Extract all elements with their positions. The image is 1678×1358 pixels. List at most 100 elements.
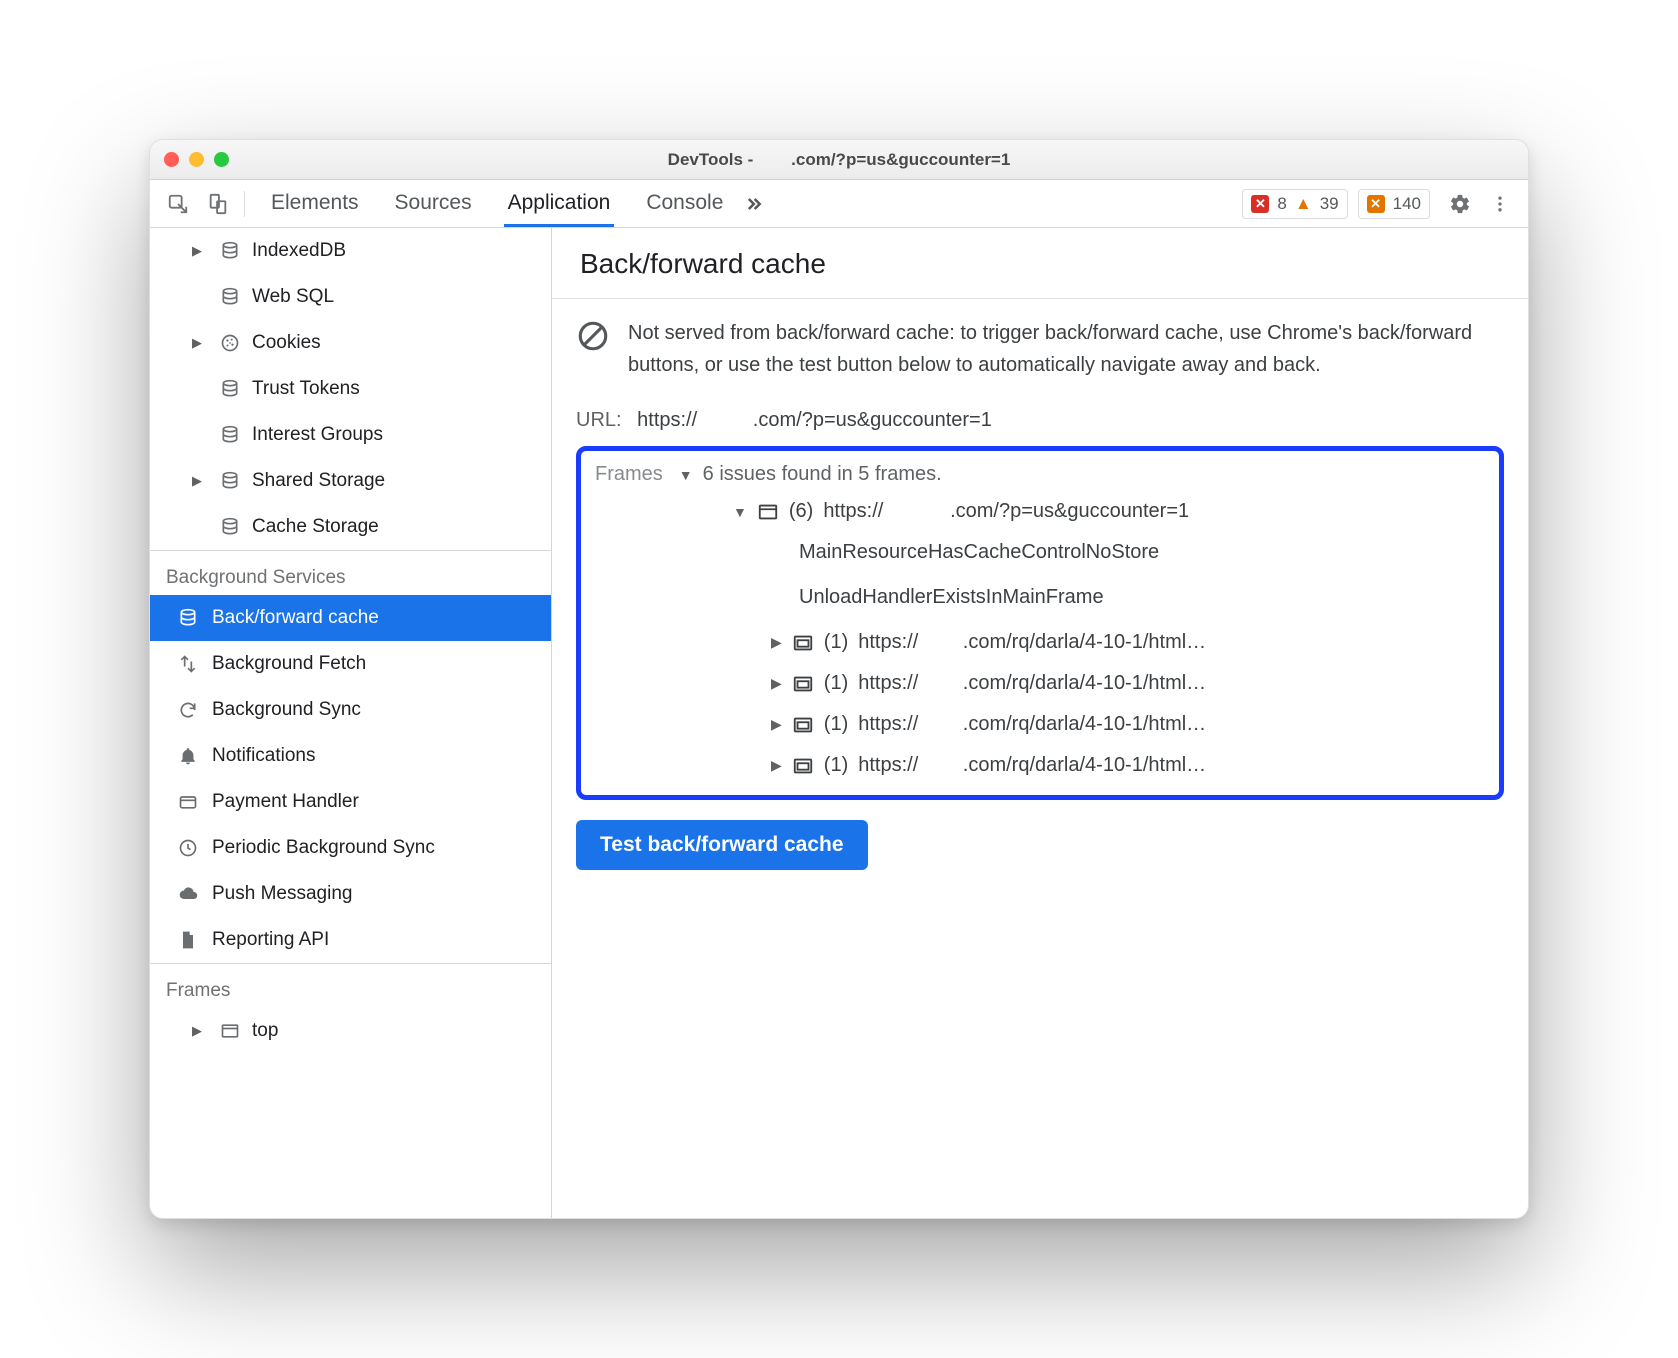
bfcache-reason: UnloadHandlerExistsInMainFrame <box>595 586 1485 609</box>
sidebar-label: Background Sync <box>212 699 361 721</box>
database-icon <box>218 517 242 537</box>
database-icon <box>218 425 242 445</box>
more-tabs-icon[interactable] <box>743 194 763 214</box>
frame-url: https://____.com/rq/darla/4-10-1/html… <box>858 713 1206 736</box>
sync-icon <box>176 700 200 720</box>
sidebar-item-websql[interactable]: Web SQL <box>150 274 551 320</box>
errors-count: 8 <box>1277 194 1286 214</box>
sidebar-item-shared-storage[interactable]: ▶ Shared Storage <box>150 458 551 504</box>
file-icon <box>176 930 200 950</box>
panel-body: ▶ IndexedDB Web SQL ▶ Cookies Trust Toke… <box>150 228 1528 1218</box>
cloud-icon <box>176 884 200 904</box>
sidebar-item-frame-top[interactable]: ▶ top <box>150 1008 551 1054</box>
errors-warnings-badge[interactable]: ✕ 8 ▲ 39 <box>1242 189 1347 219</box>
chevron-right-icon: ▶ <box>771 716 782 733</box>
sidebar-item-notifications[interactable]: Notifications <box>150 733 551 779</box>
card-icon <box>176 792 200 812</box>
traffic-lights <box>164 152 229 167</box>
tab-application[interactable]: Application <box>504 181 615 227</box>
warnings-count: 39 <box>1320 194 1339 214</box>
database-icon <box>218 241 242 261</box>
notice-text: Not served from back/forward cache: to t… <box>628 317 1504 381</box>
window-title-prefix: DevTools - <box>668 150 754 169</box>
tab-sources[interactable]: Sources <box>391 181 476 227</box>
sub-frame-row[interactable]: ▶ (1) https://____.com/rq/darla/4-10-1/h… <box>595 631 1485 654</box>
inspect-element-icon[interactable] <box>160 187 196 221</box>
sidebar-label: Reporting API <box>212 929 329 951</box>
gear-icon[interactable] <box>1442 187 1478 221</box>
sidebar-item-background-fetch[interactable]: Background Fetch <box>150 641 551 687</box>
kebab-menu-icon[interactable] <box>1482 187 1518 221</box>
sidebar-label: Back/forward cache <box>212 607 379 629</box>
frame-count: (1) <box>824 672 848 695</box>
url-row: URL: https://_____.com/?p=us&guccounter=… <box>576 409 1504 432</box>
frame-url: https://______.com/?p=us&guccounter=1 <box>823 500 1189 523</box>
devtools-toolbar: Elements Sources Application Console ✕ 8… <box>150 180 1528 228</box>
sidebar-item-push-messaging[interactable]: Push Messaging <box>150 871 551 917</box>
sidebar-label: Payment Handler <box>212 791 359 813</box>
tab-elements[interactable]: Elements <box>267 181 363 227</box>
bfcache-reason: MainResourceHasCacheControlNoStore <box>595 541 1485 564</box>
main-panel: Back/forward cache Not served from back/… <box>552 228 1528 1218</box>
frame-url: https://____.com/rq/darla/4-10-1/html… <box>858 754 1206 777</box>
window-icon <box>218 1021 242 1041</box>
url-suffix: .com/?p=us&guccounter=1 <box>753 409 992 431</box>
frame-url: https://____.com/rq/darla/4-10-1/html… <box>858 631 1206 654</box>
sub-frame-row[interactable]: ▶ (1) https://____.com/rq/darla/4-10-1/h… <box>595 672 1485 695</box>
panel-tabs: Elements Sources Application Console <box>267 181 727 226</box>
issues-count: 140 <box>1393 194 1421 214</box>
sidebar-label: Cookies <box>252 332 321 354</box>
sidebar-item-trust-tokens[interactable]: Trust Tokens <box>150 366 551 412</box>
frame-count: (1) <box>824 713 848 736</box>
sidebar-item-reporting-api[interactable]: Reporting API <box>150 917 551 963</box>
panel-heading: Back/forward cache <box>552 228 1528 299</box>
sidebar-item-interest-groups[interactable]: Interest Groups <box>150 412 551 458</box>
chevron-right-icon: ▶ <box>771 675 782 692</box>
expand-arrow-icon: ▶ <box>192 473 208 489</box>
frames-label: Frames <box>595 463 663 486</box>
iframe-icon <box>792 755 814 777</box>
database-icon <box>218 379 242 399</box>
titlebar: DevTools - ___ .com/?p=us&guccounter=1 <box>150 140 1528 180</box>
expand-arrow-icon: ▶ <box>192 1023 208 1039</box>
notice-row: Not served from back/forward cache: to t… <box>576 317 1504 381</box>
expand-arrow-icon: ▶ <box>192 335 208 351</box>
test-bfcache-button[interactable]: Test back/forward cache <box>576 820 868 870</box>
chevron-right-icon: ▶ <box>771 757 782 774</box>
bell-icon <box>176 746 200 766</box>
window-title-suffix: .com/?p=us&guccounter=1 <box>791 150 1010 169</box>
sidebar-item-cache-storage[interactable]: Cache Storage <box>150 504 551 550</box>
database-icon <box>218 287 242 307</box>
application-sidebar: ▶ IndexedDB Web SQL ▶ Cookies Trust Toke… <box>150 228 552 1218</box>
root-frame-row[interactable]: ▼ (6) https://______.com/?p=us&guccounte… <box>595 500 1485 523</box>
sidebar-label: Background Fetch <box>212 653 366 675</box>
expand-arrow-icon: ▶ <box>192 243 208 259</box>
device-toolbar-icon[interactable] <box>200 187 236 221</box>
frames-summary-row[interactable]: Frames ▼ 6 issues found in 5 frames. <box>595 463 1485 486</box>
frame-count: (1) <box>824 754 848 777</box>
zoom-window-button[interactable] <box>214 152 229 167</box>
issues-icon: ✕ <box>1367 195 1385 213</box>
close-window-button[interactable] <box>164 152 179 167</box>
minimize-window-button[interactable] <box>189 152 204 167</box>
sub-frame-row[interactable]: ▶ (1) https://____.com/rq/darla/4-10-1/h… <box>595 713 1485 736</box>
panel-content: Not served from back/forward cache: to t… <box>552 299 1528 1218</box>
warning-icon: ▲ <box>1295 194 1312 214</box>
sidebar-item-background-sync[interactable]: Background Sync <box>150 687 551 733</box>
tab-console[interactable]: Console <box>642 181 727 227</box>
transfer-icon <box>176 654 200 674</box>
prohibit-icon <box>576 319 610 353</box>
sidebar-label: Push Messaging <box>212 883 352 905</box>
window-title: DevTools - ___ .com/?p=us&guccounter=1 <box>150 150 1528 170</box>
sidebar-item-payment-handler[interactable]: Payment Handler <box>150 779 551 825</box>
iframe-icon <box>792 632 814 654</box>
sidebar-item-indexeddb[interactable]: ▶ IndexedDB <box>150 228 551 274</box>
cookie-icon <box>218 333 242 353</box>
sidebar-item-periodic-sync[interactable]: Periodic Background Sync <box>150 825 551 871</box>
issues-badge[interactable]: ✕ 140 <box>1358 189 1430 219</box>
bg-services-heading: Background Services <box>150 550 551 595</box>
sub-frame-row[interactable]: ▶ (1) https://____.com/rq/darla/4-10-1/h… <box>595 754 1485 777</box>
sidebar-label: IndexedDB <box>252 240 346 262</box>
sidebar-item-cookies[interactable]: ▶ Cookies <box>150 320 551 366</box>
sidebar-item-bfcache[interactable]: Back/forward cache <box>150 595 551 641</box>
